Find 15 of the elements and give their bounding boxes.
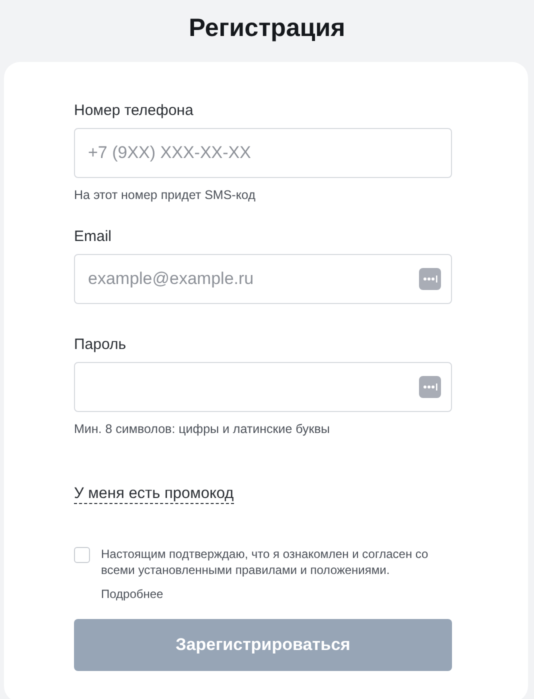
- field-hint: На этот номер придет SMS-код: [74, 188, 256, 202]
- field-hint: Мин. 8 символов: цифры и латинские буквы: [74, 422, 331, 436]
- details-link[interactable]: Подробнее: [101, 587, 164, 601]
- field-label: Email: [74, 228, 113, 245]
- promo-code-link[interactable]: У меня есть промокод: [74, 484, 234, 504]
- consent-text: Настоящим подтверждаю, что я ознакомлен и согласен со всеми установленными правилами и положениями.: [101, 546, 430, 578]
- input-field[interactable]: [74, 362, 452, 412]
- field-label: Пароль: [74, 336, 128, 353]
- input-field[interactable]: example@example.ru: [74, 254, 452, 304]
- consent-checkbox[interactable]: [74, 547, 90, 563]
- page-title: Регистрация: [188, 13, 346, 44]
- input-field[interactable]: +7 (9XX) XXX-XX-XX: [74, 128, 452, 178]
- field-label: Номер телефона: [74, 102, 194, 119]
- password-manager-icon[interactable]: [419, 268, 441, 290]
- password-manager-icon[interactable]: [419, 376, 441, 398]
